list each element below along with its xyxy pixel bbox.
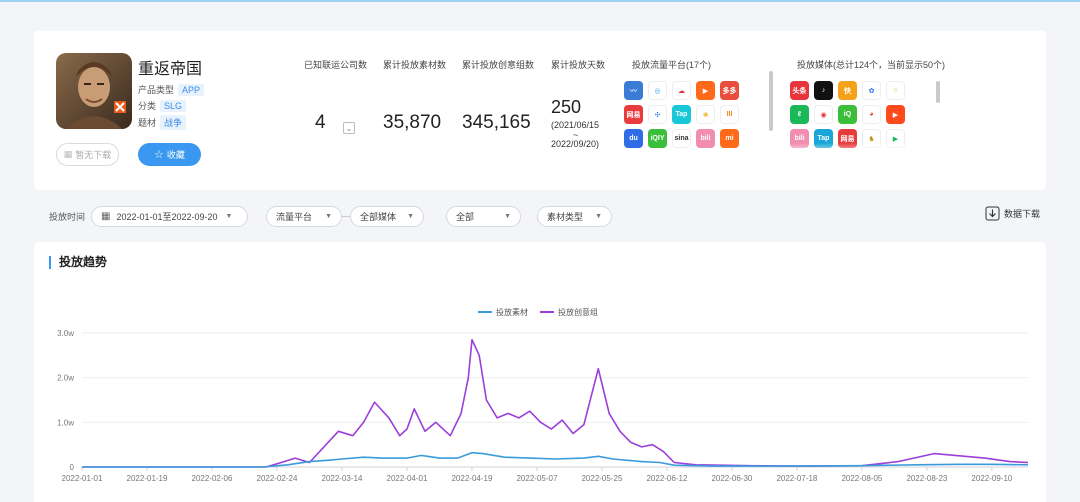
trend-chart: 0 1.0w 2.0w 3.0w 2022-01-01 2022-01-19 2022-02… (57, 307, 1029, 483)
y-tick-label: 2.0w (57, 374, 74, 383)
x-tick-label: 2022-01-01 (62, 474, 103, 483)
y-tick-label: 0 (70, 463, 75, 472)
x-tick-label: 2022-04-01 (387, 474, 428, 483)
x-tick-label: 2022-06-30 (711, 474, 752, 483)
y-tick-label: 3.0w (57, 329, 74, 338)
y-tick-label: 1.0w (57, 418, 74, 427)
series-line-1 (82, 338, 1029, 468)
x-tick-label: 2022-08-05 (841, 474, 882, 483)
x-tick-label: 2022-09-10 (971, 474, 1012, 483)
x-tick-label: 2022-01-19 (127, 474, 168, 483)
x-tick-label: 2022-03-14 (322, 474, 363, 483)
legend-label: 投放创意组 (558, 307, 598, 317)
x-tick-label: 2022-07-18 (776, 474, 817, 483)
x-tick-label: 2022-08-23 (906, 474, 947, 483)
x-tick-label: 2022-02-24 (257, 474, 298, 483)
series-line-0 (82, 451, 1029, 468)
x-tick-label: 2022-06-12 (646, 474, 687, 483)
x-tick-label: 2022-05-07 (516, 474, 557, 483)
x-tick-label: 2022-05-25 (581, 474, 622, 483)
legend-label: 投放素材 (496, 307, 528, 317)
x-tick-label: 2022-02-06 (192, 474, 233, 483)
x-tick-label: 2022-04-19 (451, 474, 492, 483)
